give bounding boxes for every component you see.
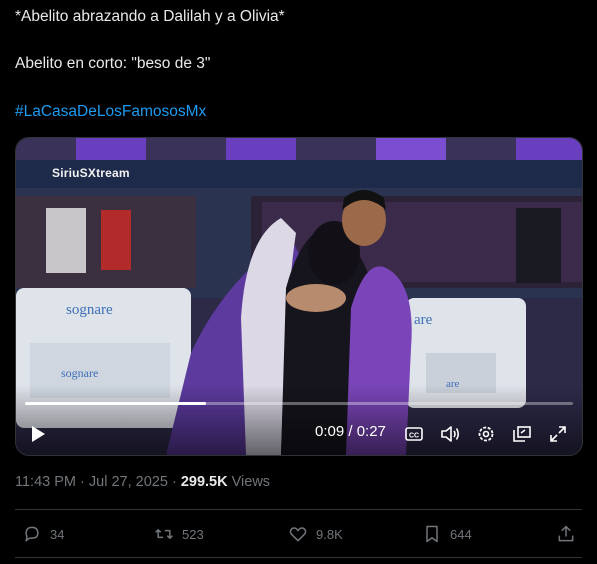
repost-button[interactable]: 523 <box>154 524 204 544</box>
play-icon <box>32 426 45 442</box>
heart-icon <box>289 527 307 542</box>
divider <box>15 509 582 510</box>
gear-icon <box>478 426 494 442</box>
svg-text:CC: CC <box>409 433 419 440</box>
captions-button[interactable]: CC <box>402 422 426 446</box>
meta-separator: · <box>171 474 177 490</box>
meta-separator: · <box>80 474 85 490</box>
share-icon <box>558 525 574 542</box>
pip-button[interactable] <box>510 422 534 446</box>
reply-count: 34 <box>50 526 65 542</box>
pip-icon <box>513 426 531 442</box>
time-display: 0:09 / 0:27 <box>315 423 386 440</box>
views-label: Views <box>231 474 271 490</box>
divider <box>15 557 582 558</box>
bookmark-icon <box>426 525 438 543</box>
progress-bar[interactable] <box>25 402 573 405</box>
share-button[interactable] <box>556 524 576 544</box>
like-count: 9.8K <box>316 526 343 542</box>
reply-icon <box>25 526 39 542</box>
views-count: 299.5K <box>180 474 228 490</box>
volume-icon <box>441 426 460 442</box>
play-button[interactable] <box>26 422 50 446</box>
repost-count: 523 <box>182 526 204 542</box>
captions-icon: CC <box>405 427 423 441</box>
sign-logo: sognare <box>66 302 113 318</box>
fullscreen-button[interactable] <box>546 422 570 446</box>
sign-logo: sognare <box>61 366 99 380</box>
volume-button[interactable] <box>438 422 462 446</box>
post-date-link[interactable]: Jul 27, 2025 <box>89 474 168 490</box>
progress-bar-fill <box>25 402 206 405</box>
reply-button[interactable]: 34 <box>22 524 64 544</box>
hashtag-link[interactable]: #LaCasaDeLosFamososMx <box>15 102 206 122</box>
post-text-line-2: Abelito en corto: "beso de 3" <box>15 55 211 72</box>
repost-icon <box>155 529 173 539</box>
settings-button[interactable] <box>474 422 498 446</box>
post-meta: 11:43 PM · Jul 27, 2025 · 299.5K Views <box>15 474 270 490</box>
sign-logo: are <box>414 312 433 328</box>
bookmark-count: 644 <box>450 526 472 542</box>
like-button[interactable]: 9.8K <box>288 524 343 544</box>
bookmark-button[interactable]: 644 <box>422 524 472 544</box>
post-time-link[interactable]: 11:43 PM <box>15 474 76 490</box>
fullscreen-icon <box>550 426 566 442</box>
video-watermark: SiriuSXtream <box>52 166 130 180</box>
video-player[interactable]: SiriuSXtream sognare sognare are are 0:0… <box>15 137 583 456</box>
post-text-line-1: *Abelito abrazando a Dalilah y a Olivia* <box>15 8 285 25</box>
